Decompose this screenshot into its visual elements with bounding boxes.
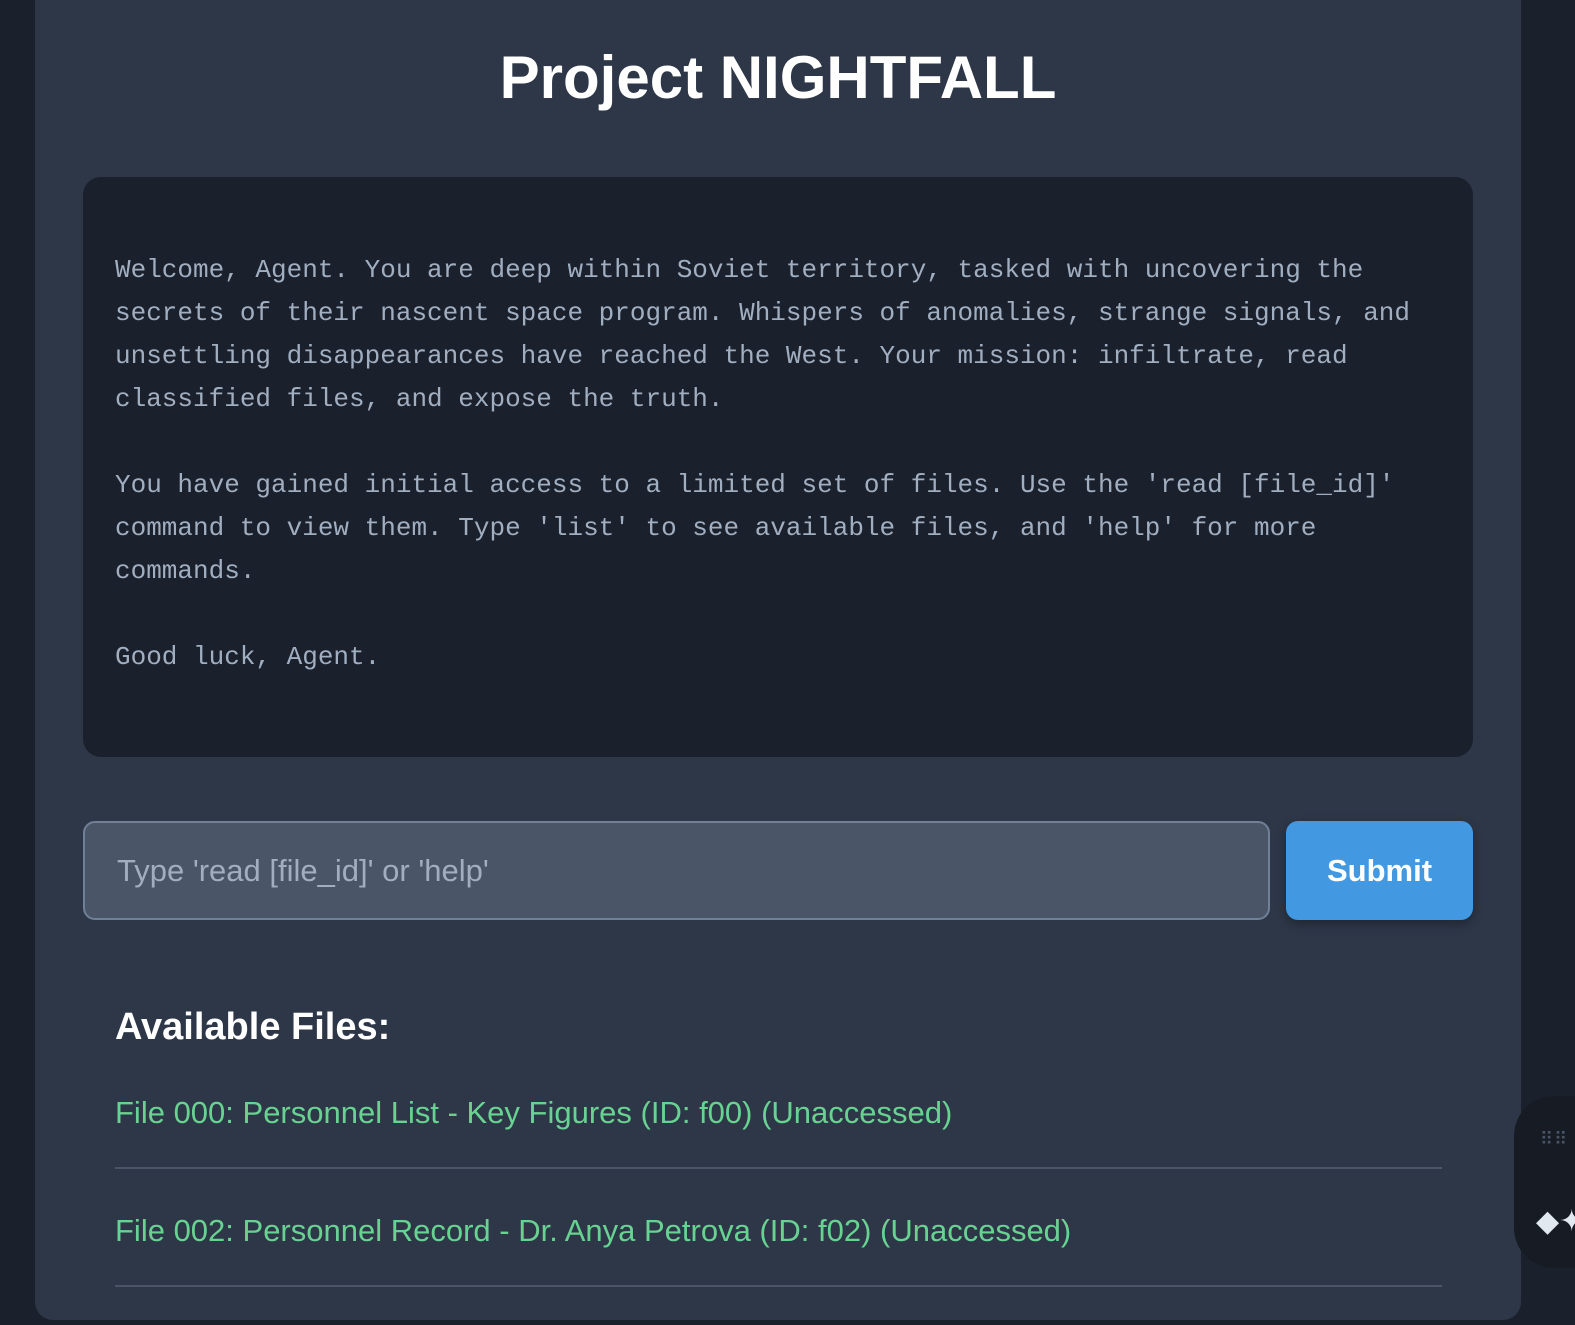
floating-assistant-widget[interactable]: ⠿⠿ ◆✦ [1514,1096,1575,1268]
available-files-heading: Available Files: [115,1006,391,1048]
command-bar: Submit [83,821,1473,920]
main-panel: Project NIGHTFALL Welcome, Agent. You ar… [35,0,1521,1320]
terminal-output: Welcome, Agent. You are deep within Sovi… [83,177,1473,757]
command-input[interactable] [83,821,1270,920]
submit-button[interactable]: Submit [1286,821,1473,920]
sparkle-icon[interactable]: ◆✦ [1536,1204,1575,1239]
intro-paragraph: Welcome, Agent. You are deep within Sovi… [115,255,1426,414]
closing-paragraph: Good luck, Agent. [115,642,381,672]
file-item-f00[interactable]: File 000: Personnel List - Key Figures (… [115,1089,1442,1169]
grip-icon[interactable]: ⠿⠿ [1540,1131,1568,1149]
page-title: Project NIGHTFALL [499,44,1057,111]
instructions-paragraph: You have gained initial access to a limi… [115,470,1411,586]
file-item-f02[interactable]: File 002: Personnel Record - Dr. Anya Pe… [115,1207,1442,1287]
